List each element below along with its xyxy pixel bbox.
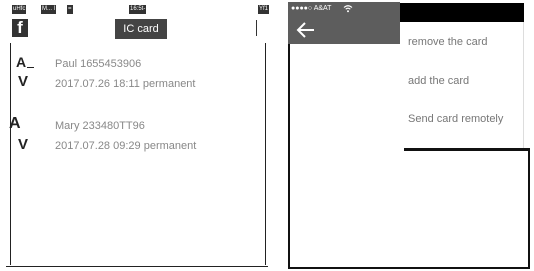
right-frame-border	[288, 44, 290, 268]
record-status: permanent	[142, 78, 196, 90]
record-letter-a: A	[9, 115, 21, 132]
status-icon: =	[67, 5, 73, 14]
arrow-left-icon[interactable]	[296, 21, 316, 39]
menu-item-remove-card[interactable]: remove the card	[408, 36, 487, 48]
record-letter-v: V	[18, 136, 29, 153]
menu-edge	[404, 148, 530, 151]
left-frame-border	[265, 43, 266, 265]
record-date: 2017.07.26 18:11	[55, 78, 140, 90]
battery-label: Yf1	[258, 5, 270, 14]
menu-item-send-remotely[interactable]: Send card remotely	[408, 113, 503, 125]
record-datetime: 2017.07.28 09:29 permanent	[55, 140, 196, 152]
record-letter-v: V	[18, 73, 29, 90]
dropdown-menu: remove the card add the card Send card r…	[404, 22, 524, 150]
signal-label: M... l	[41, 5, 56, 14]
carrier-label: uHfc	[12, 5, 27, 14]
header-divider	[256, 20, 257, 36]
carrier-label: ●●●●○ A&AT	[291, 5, 332, 12]
record-name[interactable]: Mary 233480TT96	[55, 120, 145, 132]
page-title: IC card	[115, 19, 167, 39]
right-header	[288, 16, 400, 44]
menu-item-add-card[interactable]: add the card	[408, 75, 469, 87]
right-frame-border	[288, 267, 530, 269]
left-frame-border	[6, 266, 268, 267]
back-button[interactable]: f	[12, 19, 28, 37]
record-name[interactable]: Paul 1655453906	[55, 58, 141, 70]
record-date: 2017.07.28 09:29	[55, 140, 141, 152]
record-letter-a: A	[16, 54, 27, 70]
wifi-icon	[343, 5, 353, 13]
menu-top-edge	[400, 3, 524, 22]
record-status: permanent	[143, 140, 197, 152]
left-header: f IC card	[12, 17, 257, 43]
record-datetime: 2017.07.26 18:11 permanent	[55, 78, 195, 90]
time-label: 16:5t-	[129, 5, 147, 14]
left-status-bar: uHfc M... l = 16:5t- Yf1	[12, 5, 274, 15]
record-underscore	[27, 67, 34, 68]
right-frame-border	[528, 148, 530, 268]
right-status-bar: ●●●●○ A&AT	[288, 2, 400, 16]
menu-edge	[523, 22, 524, 148]
left-frame-border	[10, 43, 11, 265]
